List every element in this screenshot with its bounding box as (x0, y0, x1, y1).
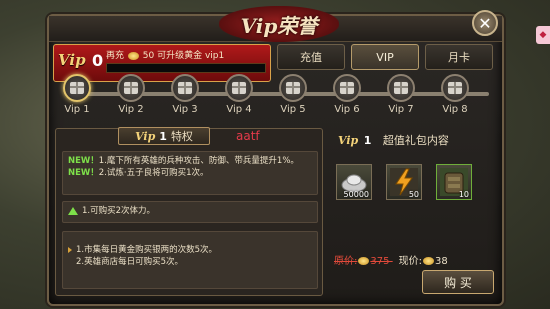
gift-item-count: 10 (458, 190, 469, 199)
upgraded-privilege-text: 1.可购买2次体力。 (82, 206, 156, 216)
tab-recharge[interactable]: 充值 (277, 44, 345, 70)
new-privilege-text: 1.麾下所有英雄的兵种攻击、防御、带兵量提升1%。 (98, 156, 299, 166)
vip-level-label: Vip 4 (226, 104, 252, 115)
gold-coin-icon (127, 51, 139, 60)
new-privileges: NEW！1.麾下所有英雄的兵种攻击、防御、带兵量提升1%。 NEW！2.试炼·五… (62, 151, 318, 195)
vip-level-label: Vip 2 (118, 104, 144, 115)
original-price-label: 原价: (334, 256, 358, 267)
privilege-panel: Vip 1 特权 aatf NEW！1.麾下所有英雄的兵种攻击、防御、带兵量提升… (55, 127, 323, 296)
daily-privilege-line-2: 2.英雄商店每日可购买5次。 (68, 256, 312, 268)
gift-vip-tag: Vip (338, 134, 359, 147)
new-privilege-line-2: NEW！2.试炼·五子良将可购买1次。 (68, 167, 312, 179)
buy-button[interactable]: 购 买 (422, 270, 494, 294)
vip-level-label: Vip 3 (172, 104, 198, 115)
gift-pack-panel: Vip 1 超值礼包内容 50000 50 10 原价: 375 现价: 38 … (334, 128, 494, 296)
daily-privilege-text: 2.英雄商店每日可购买5次。 (76, 257, 184, 267)
gift-item-count: 50 (408, 190, 419, 199)
gift-item-silver[interactable]: 50000 (336, 164, 372, 200)
vip-level-node-1[interactable]: Vip 1 (57, 74, 97, 115)
original-price-value: 375 (370, 256, 390, 267)
close-button[interactable]: ✕ (472, 10, 498, 36)
current-price-value: 38 (435, 256, 448, 267)
green-up-arrow-icon (68, 206, 78, 215)
info-amount: 50 (142, 51, 155, 61)
daily-privileges: 1.市集每日黄金购买银两的次数5次。 2.英雄商店每日可购买5次。 (62, 231, 318, 289)
tab-recharge-label: 充值 (300, 51, 322, 64)
vip-level-node-5[interactable]: Vip 5 (273, 74, 313, 115)
gift-icon (333, 74, 361, 102)
new-privilege-text: 2.试炼·五子良将可购买1次。 (98, 168, 209, 178)
gift-icon (225, 74, 253, 102)
new-privilege-line-1: NEW！1.麾下所有英雄的兵种攻击、防御、带兵量提升1%。 (68, 155, 312, 167)
vip-level-node-3[interactable]: Vip 3 (165, 74, 205, 115)
gift-icon (63, 74, 91, 102)
vip-level-label: Vip 8 (442, 104, 468, 115)
title-banner: Vip荣誉 (219, 6, 339, 42)
side-event-icon[interactable]: ◆ (536, 26, 550, 44)
tab-monthly-card[interactable]: 月卡 (425, 44, 493, 70)
original-price: 原价: 375 (334, 256, 393, 267)
info-prefix: 再充 (106, 51, 125, 61)
gold-coin-icon (358, 257, 370, 265)
vip-panel: Vip荣誉 ✕ Vip 0 再充 50 可升级黄金 vip1 充值 VIP 月卡… (47, 6, 504, 306)
window-title: Vip荣誉 (240, 13, 318, 38)
upgraded-privilege: 1.可购买2次体力。 (62, 201, 318, 223)
new-label: NEW！ (68, 156, 99, 166)
vip-level-label: Vip 7 (388, 104, 414, 115)
vip-upgrade-info: 再充 50 可升级黄金 vip1 (106, 48, 224, 61)
new-label: NEW！ (68, 168, 99, 178)
gift-pack-title: Vip 1 超值礼包内容 (338, 132, 449, 148)
vip-level-node-2[interactable]: Vip 2 (111, 74, 151, 115)
gift-vip-num: 1 (363, 134, 372, 147)
gift-item-armor[interactable]: 10 (436, 164, 472, 200)
gift-icon (387, 74, 415, 102)
gift-icon (171, 74, 199, 102)
vip-badge: Vip (58, 51, 86, 69)
privilege-vip-tag: Vip (135, 129, 156, 143)
price-row: 原价: 375 现价: 38 (334, 252, 494, 267)
privilege-vip-num: 1 (159, 129, 167, 143)
gift-icon (117, 74, 145, 102)
current-price: 现价: 38 (399, 256, 448, 267)
vip-level-node-7[interactable]: Vip 7 (381, 74, 421, 115)
title-bar: Vip荣誉 ✕ (49, 6, 502, 42)
daily-privilege-text: 1.市集每日黄金购买银两的次数5次。 (76, 245, 218, 255)
vip-level-label: Vip 5 (280, 104, 306, 115)
current-price-label: 现价: (398, 256, 423, 267)
privilege-title-text: 特权 (170, 130, 193, 143)
gift-icon (441, 74, 469, 102)
tab-monthly-label: 月卡 (448, 51, 470, 64)
gift-icon (279, 74, 307, 102)
gift-pack-title-text: 超值礼包内容 (382, 134, 449, 147)
privilege-title: Vip 1 特权 (118, 127, 210, 145)
daily-privilege-line-1: 1.市集每日黄金购买银两的次数5次。 (68, 244, 312, 256)
bullet-arrow-icon (68, 246, 72, 253)
gold-coin-icon (423, 257, 435, 265)
vip-level: 0 (92, 51, 104, 70)
vip-level-node-4[interactable]: Vip 4 (219, 74, 259, 115)
tab-vip-label: VIP (376, 50, 394, 64)
vip-progress-bar (106, 63, 266, 73)
tab-vip[interactable]: VIP (351, 44, 419, 70)
info-suffix: 可升级黄金 vip1 (157, 51, 225, 61)
vip-level-node-8[interactable]: Vip 8 (435, 74, 475, 115)
gift-item-count: 50000 (343, 190, 369, 199)
vip-level-label: Vip 1 (64, 104, 90, 115)
watermark-text: aatf (236, 129, 260, 143)
gift-item-lightning[interactable]: 50 (386, 164, 422, 200)
vip-level-node-6[interactable]: Vip 6 (327, 74, 367, 115)
vip-level-label: Vip 6 (334, 104, 360, 115)
